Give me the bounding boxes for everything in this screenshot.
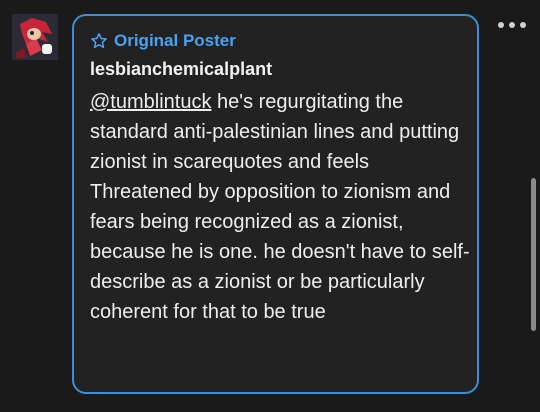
dot-icon — [509, 22, 515, 28]
more-options-button[interactable] — [498, 18, 526, 32]
reply-text: he's regurgitating the standard anti-pal… — [90, 91, 470, 323]
dot-icon — [498, 22, 504, 28]
dot-icon — [520, 22, 526, 28]
avatar[interactable] — [12, 14, 58, 60]
username-link[interactable]: lesbianchemicalplant — [90, 57, 461, 81]
avatar-image — [12, 14, 58, 60]
original-poster-badge: Original Poster — [90, 28, 461, 54]
reply-card: Original Poster lesbianchemicalplant @tu… — [72, 14, 479, 394]
badge-label: Original Poster — [114, 31, 236, 50]
scrollbar-thumb[interactable] — [531, 178, 536, 331]
mention-link[interactable]: @tumblintuck — [90, 91, 211, 113]
reply-body: @tumblintuck he's regurgitating the stan… — [90, 87, 470, 327]
star-outline-icon — [91, 33, 107, 49]
reply-thread: Original Poster lesbianchemicalplant @tu… — [0, 0, 540, 412]
